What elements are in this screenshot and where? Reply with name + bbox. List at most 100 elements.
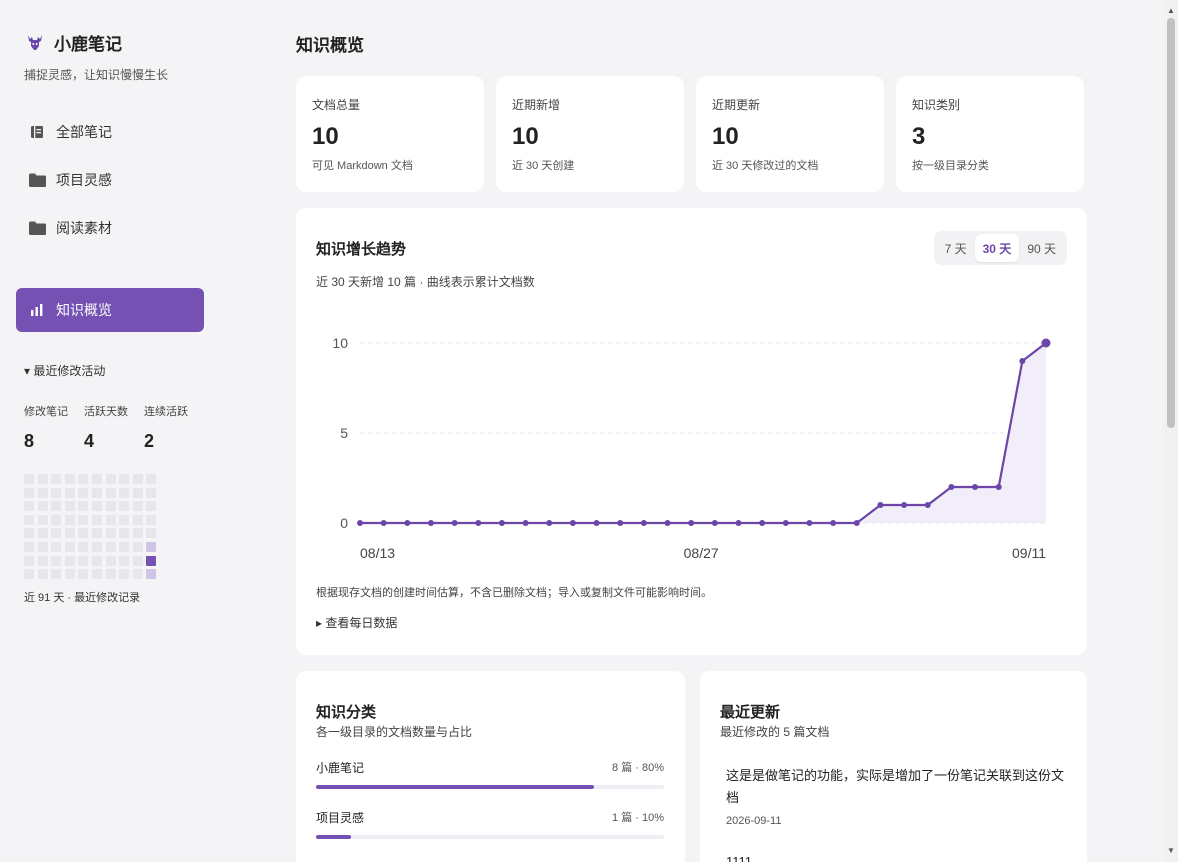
- recent-doc-item[interactable]: 这是是做笔记的功能，实际是增加了一份笔记关联到这份文档 2026-09-11: [726, 765, 1066, 827]
- heatmap-cell: [146, 569, 157, 580]
- heatmap-cell: [37, 555, 48, 566]
- category-row[interactable]: 项目灵感 1 篇 · 10%: [316, 809, 664, 839]
- recent-doc-item[interactable]: 1111: [726, 851, 1066, 862]
- category-bar-fill: [316, 785, 595, 789]
- data-point: [498, 520, 505, 526]
- data-point: [1019, 358, 1026, 364]
- activity-footer: 近 91 天 · 最近修改记录: [24, 592, 141, 605]
- x-tick-label: 08/13: [360, 545, 395, 561]
- stat-active-days: 活跃天数 4: [84, 403, 144, 452]
- stat-label: 活跃天数: [84, 406, 128, 418]
- heatmap-cell: [78, 514, 89, 525]
- heatmap-cell: [119, 555, 130, 566]
- heatmap-cell: [24, 555, 34, 566]
- heatmap-cell: [146, 528, 157, 539]
- heatmap-cell: [24, 569, 34, 580]
- heatmap-cell: [91, 487, 102, 498]
- heatmap-cell: [64, 528, 75, 539]
- data-point: [853, 520, 860, 526]
- brand[interactable]: 小鹿笔记: [24, 30, 122, 55]
- stat-label: 修改笔记: [24, 406, 68, 418]
- card-total-docs: 文档总量 10 可见 Markdown 文档: [296, 76, 484, 192]
- stat-value: 2: [144, 431, 155, 451]
- heatmap-cell: [64, 541, 75, 552]
- heatmap-cell: [37, 474, 48, 484]
- card-recent-new: 近期新增 10 近 30 天创建: [496, 76, 684, 192]
- sidebar-item-reading[interactable]: 阅读素材: [16, 206, 204, 250]
- data-point: [782, 520, 789, 526]
- stat-value: 4: [84, 431, 95, 451]
- data-point: [735, 520, 742, 526]
- heatmap-cell: [132, 528, 143, 539]
- stat-modified: 修改笔记 8: [24, 403, 84, 452]
- data-point: [617, 520, 624, 526]
- activity-toggle[interactable]: ▾ 最近修改活动: [24, 362, 204, 379]
- heatmap-cell: [78, 501, 89, 512]
- card-label: 近期更新: [712, 98, 761, 112]
- data-point: [404, 520, 411, 526]
- range-90d-button[interactable]: 90 天: [1019, 234, 1064, 262]
- category-count: 1 篇 · 10%: [612, 812, 664, 824]
- card-recent-updated: 近期更新 10 近 30 天修改过的文档: [696, 76, 884, 192]
- data-point: [475, 520, 482, 526]
- recent-doc-date: 2026-09-11: [726, 815, 782, 827]
- daily-data-toggle[interactable]: ▸ 查看每日数据: [316, 614, 397, 631]
- data-point: [995, 484, 1002, 490]
- brand-name: 小鹿笔记: [54, 35, 122, 54]
- scrollbar-thumb[interactable]: [1167, 18, 1175, 428]
- data-point: [451, 520, 458, 526]
- panel-subtitle: 各一级目录的文档数量与占比: [316, 725, 473, 739]
- heatmap-cell: [64, 569, 75, 580]
- notes-icon: [28, 123, 46, 141]
- activity-stats: 修改笔记 8 活跃天数 4 连续活跃 2: [24, 403, 204, 452]
- sidebar-item-overview[interactable]: 知识概览: [16, 288, 204, 332]
- series-area: [360, 343, 1046, 523]
- heatmap-cell: [51, 514, 62, 525]
- heatmap-cell: [24, 528, 34, 539]
- scroll-up-arrow-icon[interactable]: ▲: [1164, 4, 1178, 18]
- heatmap-cell: [146, 541, 157, 552]
- folder-icon: [28, 171, 46, 189]
- heatmap-cell: [37, 514, 48, 525]
- categories-panel: 知识分类 各一级目录的文档数量与占比 小鹿笔记 8 篇 · 80% 项目灵感 1…: [296, 671, 685, 862]
- category-row[interactable]: 小鹿笔记 8 篇 · 80%: [316, 759, 664, 789]
- data-point: [380, 520, 387, 526]
- heatmap-cell: [146, 555, 157, 566]
- category-bar-track: [316, 835, 664, 839]
- heatmap-cell: [64, 474, 75, 484]
- card-value: 10: [512, 123, 539, 150]
- heatmap-cell: [132, 541, 143, 552]
- y-tick-label: 5: [340, 425, 348, 441]
- sidebar-nav: 全部笔记 项目灵感 阅读素材 知识概览: [16, 110, 204, 336]
- heatmap-cell: [51, 474, 62, 484]
- heatmap-cell: [105, 569, 116, 580]
- scroll-down-arrow-icon[interactable]: ▼: [1164, 844, 1178, 858]
- growth-trend-panel: 知识增长趋势 近 30 天新增 10 篇 · 曲线表示累计文档数 7 天 30 …: [296, 208, 1087, 655]
- heatmap-cell: [146, 514, 157, 525]
- heatmap-cell: [78, 569, 89, 580]
- range-30d-button[interactable]: 30 天: [974, 234, 1020, 262]
- heatmap-cell: [119, 501, 130, 512]
- range-7d-button[interactable]: 7 天: [937, 234, 975, 262]
- heatmap-cell: [119, 528, 130, 539]
- heatmap-cell: [132, 555, 143, 566]
- heatmap-cell: [51, 555, 62, 566]
- heatmap-cell: [105, 555, 116, 566]
- stat-label: 连续活跃: [144, 406, 188, 418]
- category-name: 项目灵感: [316, 811, 365, 825]
- heatmap-cell: [105, 474, 116, 484]
- data-point: [593, 520, 600, 526]
- heatmap-cell: [64, 555, 75, 566]
- heatmap-cell: [132, 514, 143, 525]
- sidebar-item-project-ideas[interactable]: 项目灵感: [16, 158, 204, 202]
- panel-subtitle: 近 30 天新增 10 篇 · 曲线表示累计文档数: [316, 275, 535, 289]
- heatmap-cell: [132, 501, 143, 512]
- x-tick-label: 08/27: [684, 545, 719, 561]
- page-scrollbar[interactable]: ▲ ▼: [1164, 0, 1178, 862]
- sidebar-item-all-notes[interactable]: 全部笔记: [16, 110, 204, 154]
- data-point: [877, 502, 884, 508]
- card-label: 知识类别: [912, 98, 961, 112]
- card-value: 10: [312, 123, 339, 150]
- heatmap-cell: [146, 474, 157, 484]
- heatmap-cell: [51, 487, 62, 498]
